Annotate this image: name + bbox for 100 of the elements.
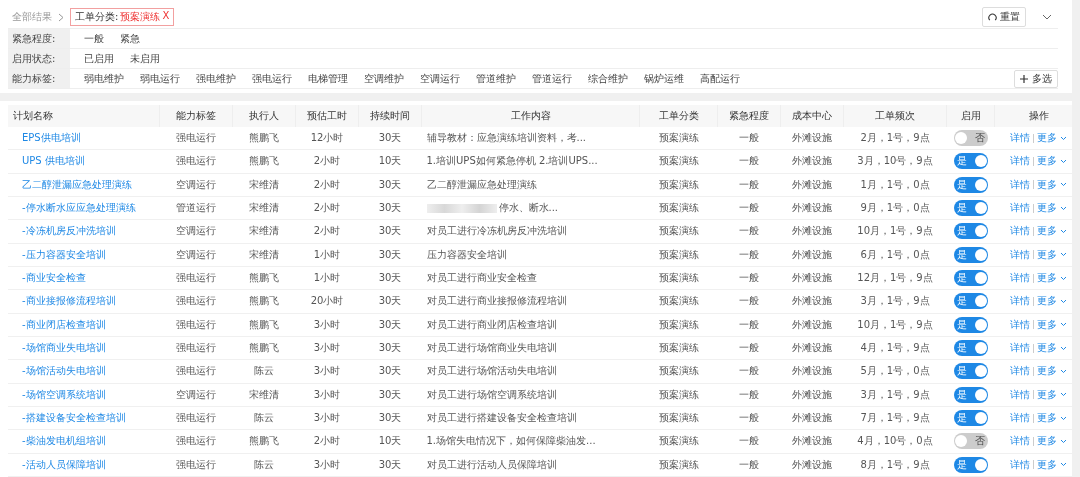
more-link[interactable]: 更多 bbox=[1037, 177, 1057, 192]
toggle-switch[interactable]: 是 bbox=[953, 200, 988, 217]
plan-name-link[interactable]: -场馆商业失电培训 bbox=[22, 342, 106, 354]
more-link[interactable]: 更多 bbox=[1037, 317, 1057, 332]
more-link[interactable]: 更多 bbox=[1037, 387, 1057, 402]
plan-name-link[interactable]: -场馆空调系统培训 bbox=[22, 388, 106, 400]
toggle-switch[interactable]: 是 bbox=[953, 153, 988, 170]
table-cell: 3小时 bbox=[295, 406, 359, 430]
filter-option[interactable]: 高配运行 bbox=[700, 71, 740, 86]
table-cell: 宋维清 bbox=[232, 196, 296, 220]
table-cell: 外滩设施 bbox=[780, 173, 844, 197]
more-link[interactable]: 更多 bbox=[1037, 294, 1057, 309]
filter-option[interactable]: 空调运行 bbox=[420, 71, 460, 86]
table-cell: 外滩设施 bbox=[780, 127, 844, 150]
detail-link[interactable]: 详情 bbox=[1010, 177, 1030, 192]
table-cell: 外滩设施 bbox=[780, 429, 844, 454]
plan-name-link[interactable]: -活动人员保障培训 bbox=[22, 458, 106, 470]
more-link[interactable]: 更多 bbox=[1037, 224, 1057, 239]
table-cell: 10月，1号，9点 bbox=[843, 313, 947, 337]
toggle-switch[interactable]: 是 bbox=[953, 223, 988, 240]
table-cell: 外滩设施 bbox=[780, 266, 844, 290]
more-link[interactable]: 更多 bbox=[1037, 457, 1057, 472]
filter-option[interactable]: 综合维护 bbox=[588, 71, 628, 86]
more-link[interactable]: 更多 bbox=[1037, 247, 1057, 262]
plan-name-link[interactable]: -搭建设备安全检查培训 bbox=[22, 412, 126, 424]
more-link[interactable]: 更多 bbox=[1037, 434, 1057, 449]
filter-option[interactable]: 紧急 bbox=[120, 31, 140, 46]
more-link[interactable]: 更多 bbox=[1037, 341, 1057, 356]
filter-option[interactable]: 电梯管理 bbox=[308, 71, 348, 86]
detail-link[interactable]: 详情 bbox=[1010, 364, 1030, 379]
table-cell: 3小时 bbox=[295, 313, 359, 337]
toggle-switch[interactable]: 是 bbox=[953, 316, 988, 333]
toggle-switch[interactable]: 否 bbox=[953, 433, 988, 450]
filter-option[interactable]: 空调维护 bbox=[364, 71, 404, 86]
multi-select-button[interactable]: 多选 bbox=[1014, 69, 1058, 88]
table-cell: 预案演练 bbox=[639, 243, 718, 267]
table-cell: 3月，1号，9点 bbox=[843, 289, 947, 314]
detail-link[interactable]: 详情 bbox=[1010, 434, 1030, 449]
toggle-switch[interactable]: 是 bbox=[953, 386, 988, 403]
more-link[interactable]: 更多 bbox=[1037, 201, 1057, 216]
detail-link[interactable]: 详情 bbox=[1010, 271, 1030, 286]
filter-option[interactable]: 锅炉运维 bbox=[644, 71, 684, 86]
more-link[interactable]: 更多 bbox=[1037, 271, 1057, 286]
plan-name-link[interactable]: -商业接报修流程培训 bbox=[22, 295, 116, 307]
detail-link[interactable]: 详情 bbox=[1010, 387, 1030, 402]
reset-button[interactable]: 重置 bbox=[982, 7, 1026, 27]
table-cell: 强电运行 bbox=[159, 127, 233, 150]
detail-link[interactable]: 详情 bbox=[1010, 317, 1030, 332]
more-link[interactable]: 更多 bbox=[1037, 154, 1057, 169]
plan-name-link[interactable]: -冷冻机房反冲洗培训 bbox=[22, 225, 116, 237]
plan-name-link[interactable]: -商业闭店检查培训 bbox=[22, 318, 106, 330]
toggle-switch[interactable]: 否 bbox=[953, 130, 988, 147]
plan-name-link[interactable]: -柴油发电机组培训 bbox=[22, 435, 106, 447]
filter-option[interactable]: 弱电运行 bbox=[140, 71, 180, 86]
table-cell: 10月，1号，9点 bbox=[843, 219, 947, 244]
table-cell: 一般 bbox=[717, 149, 781, 174]
detail-link[interactable]: 详情 bbox=[1010, 131, 1030, 146]
detail-link[interactable]: 详情 bbox=[1010, 247, 1030, 262]
filter-option[interactable]: 强电维护 bbox=[196, 71, 236, 86]
plan-name-link[interactable]: -场馆活动失电培训 bbox=[22, 365, 106, 377]
filter-tag[interactable]: 工单分类: 预案演练 X bbox=[70, 8, 175, 26]
filter-option[interactable]: 强电运行 bbox=[252, 71, 292, 86]
table-cell: 强电运行 bbox=[159, 313, 233, 337]
toggle-switch[interactable]: 是 bbox=[953, 270, 988, 287]
plan-name-link[interactable]: -商业安全检查 bbox=[22, 272, 86, 284]
plan-name-link[interactable]: -停水断水应应急处理演练 bbox=[22, 202, 136, 214]
more-link[interactable]: 更多 bbox=[1037, 411, 1057, 426]
table-cell: 熊鹏飞 bbox=[232, 289, 296, 314]
filter-option[interactable]: 管道运行 bbox=[532, 71, 572, 86]
detail-link[interactable]: 详情 bbox=[1010, 294, 1030, 309]
detail-link[interactable]: 详情 bbox=[1010, 201, 1030, 216]
detail-link[interactable]: 详情 bbox=[1010, 411, 1030, 426]
table-cell: 30天 bbox=[358, 219, 422, 244]
plan-name-link[interactable]: UPS 供电培训 bbox=[22, 155, 85, 167]
filter-option[interactable]: 管道维护 bbox=[476, 71, 516, 86]
filter-option[interactable]: 已启用 bbox=[84, 51, 114, 66]
more-link[interactable]: 更多 bbox=[1037, 131, 1057, 146]
detail-link[interactable]: 详情 bbox=[1010, 341, 1030, 356]
toggle-switch[interactable]: 是 bbox=[953, 456, 988, 473]
detail-link[interactable]: 详情 bbox=[1010, 154, 1030, 169]
plan-name-link[interactable]: -压力容器安全培训 bbox=[22, 248, 106, 260]
plan-name-link[interactable]: 乙二醇泄漏应急处理演练 bbox=[22, 178, 132, 190]
table-cell: 强电运行 bbox=[159, 336, 233, 360]
toggle-switch[interactable]: 是 bbox=[953, 363, 988, 380]
filter-option[interactable]: 一般 bbox=[84, 31, 104, 46]
toggle-switch[interactable]: 是 bbox=[953, 293, 988, 310]
table-cell: 30天 bbox=[358, 336, 422, 360]
filter-option[interactable]: 弱电维护 bbox=[84, 71, 124, 86]
toggle-switch[interactable]: 是 bbox=[953, 246, 988, 263]
table-cell: 一般 bbox=[717, 406, 781, 430]
table-cell: 一般 bbox=[717, 313, 781, 337]
toggle-switch[interactable]: 是 bbox=[953, 340, 988, 357]
toggle-switch[interactable]: 是 bbox=[953, 410, 988, 427]
plan-name-link[interactable]: EPS供电培训 bbox=[22, 132, 81, 144]
filter-option[interactable]: 未启用 bbox=[130, 51, 160, 66]
breadcrumb-root[interactable]: 全部结果 bbox=[12, 10, 52, 24]
more-link[interactable]: 更多 bbox=[1037, 364, 1057, 379]
detail-link[interactable]: 详情 bbox=[1010, 224, 1030, 239]
toggle-switch[interactable]: 是 bbox=[953, 176, 988, 193]
detail-link[interactable]: 详情 bbox=[1010, 457, 1030, 472]
